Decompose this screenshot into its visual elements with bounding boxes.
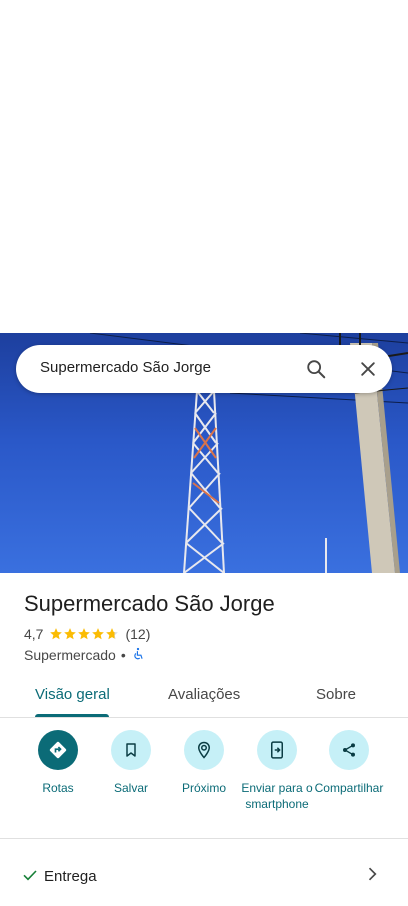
category-row: Supermercado • <box>24 646 145 664</box>
nearby-label: Próximo <box>181 781 226 795</box>
share-label: Compartilhar <box>314 781 384 795</box>
map-area[interactable] <box>0 0 408 333</box>
send-to-phone-icon <box>257 730 297 770</box>
attribute-row-delivery[interactable]: Entrega <box>0 856 408 896</box>
rating-value: 4,7 <box>24 626 44 642</box>
directions-label: Rotas <box>42 781 74 795</box>
rating-row[interactable]: 4,7 (12) <box>24 625 150 643</box>
star-icon <box>92 628 105 640</box>
save-button[interactable]: Salvar <box>91 730 171 796</box>
tab-bar: Visão geral Avaliações Sobre <box>0 676 408 718</box>
nearby-button[interactable]: Próximo <box>164 730 244 796</box>
place-title: Supermercado São Jorge <box>24 591 275 616</box>
tab-reviews[interactable]: Avaliações <box>168 686 240 703</box>
tab-overview[interactable]: Visão geral <box>35 686 110 703</box>
nearby-icon <box>184 730 224 770</box>
wheelchair-icon <box>131 647 145 664</box>
search-input[interactable]: Supermercado São Jorge <box>40 359 211 376</box>
share-button[interactable]: Compartilhar <box>309 730 389 796</box>
search-icon[interactable] <box>302 355 330 383</box>
star-icon <box>50 628 63 640</box>
star-icon <box>64 628 77 640</box>
directions-button[interactable]: Rotas <box>18 730 98 796</box>
star-icon <box>106 628 119 640</box>
bookmark-icon <box>111 730 151 770</box>
check-icon <box>22 867 38 888</box>
star-icon <box>78 628 91 640</box>
save-label: Salvar <box>113 781 148 795</box>
separator-dot: • <box>120 647 126 663</box>
place-category: Supermercado <box>24 647 116 663</box>
close-icon[interactable] <box>354 355 382 383</box>
divider <box>0 838 408 839</box>
tab-about[interactable]: Sobre <box>316 686 356 703</box>
share-icon <box>329 730 369 770</box>
send-to-phone-button[interactable]: Enviar para o smartphone <box>237 730 317 812</box>
delivery-label: Entrega <box>44 868 97 885</box>
star-rating <box>49 627 119 641</box>
active-tab-indicator <box>35 714 109 717</box>
action-buttons: Rotas Salvar Próximo Enviar para o smart… <box>0 730 408 830</box>
directions-icon <box>38 730 78 770</box>
send-to-phone-label: Enviar para o smartphone <box>241 781 313 811</box>
chevron-right-icon[interactable] <box>362 864 382 889</box>
review-count[interactable]: (12) <box>125 626 150 642</box>
search-bar[interactable]: Supermercado São Jorge <box>16 345 392 393</box>
